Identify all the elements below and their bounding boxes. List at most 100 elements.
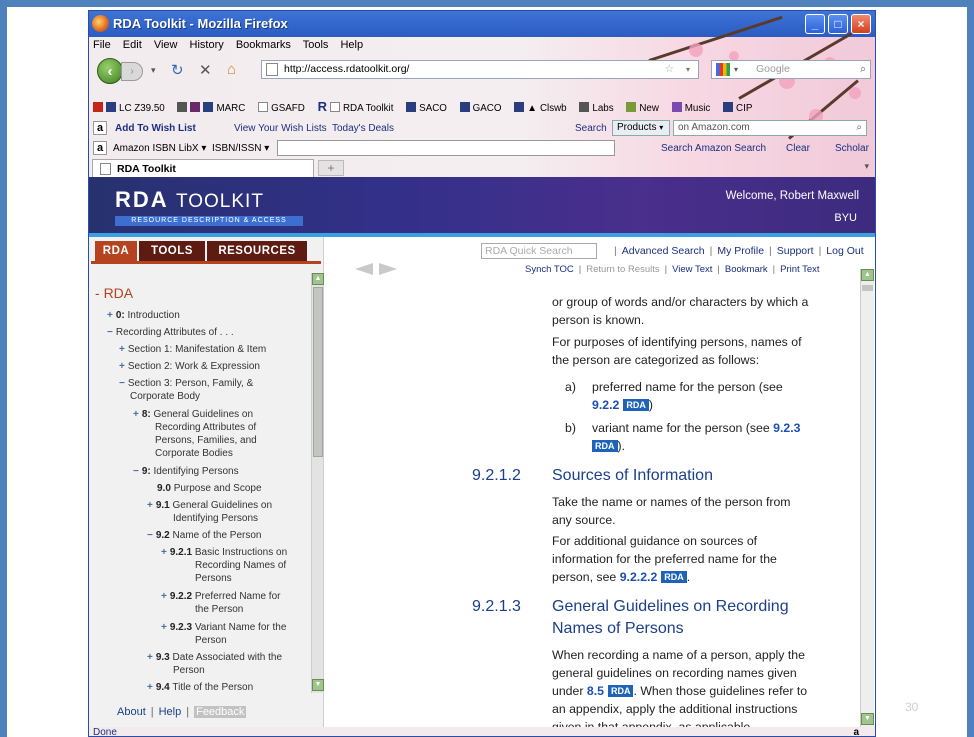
stop-icon[interactable]: ✕	[199, 61, 212, 79]
tree-item[interactable]: +9.4 Title of the Person	[147, 681, 253, 694]
bookmark-gsafd[interactable]: GSAFD	[258, 102, 310, 114]
tab-list-icon[interactable]: ▾	[864, 161, 869, 172]
content-scrollbar[interactable]: ▲ ▼	[860, 269, 874, 729]
rda-tag[interactable]: RDA	[607, 685, 634, 697]
bookmark-gaco[interactable]: GACO	[459, 102, 507, 114]
scroll-down-icon[interactable]: ▼	[312, 679, 324, 691]
reload-icon[interactable]: ↻	[171, 61, 184, 79]
libx-search-input[interactable]	[277, 140, 615, 156]
toc-scrollbar[interactable]: ▲ ▼	[311, 273, 324, 693]
forward-arrow-icon[interactable]: ›	[121, 62, 143, 81]
rda-tag[interactable]: RDA	[661, 571, 687, 583]
minimize-button[interactable]: _	[805, 14, 825, 34]
log-out-link[interactable]: Log Out	[826, 245, 863, 257]
scroll-up-icon[interactable]: ▲	[312, 273, 324, 285]
tree-item[interactable]: + Section 2: Work & Expression	[119, 360, 260, 373]
maximize-button[interactable]: □	[828, 14, 848, 34]
search-engine-dropdown-icon[interactable]: ▾	[734, 61, 738, 78]
rule-link[interactable]: 9.2.2	[592, 398, 619, 412]
tree-item[interactable]: +9.2.2 Preferred Name for the Person	[161, 590, 280, 616]
rule-link[interactable]: 9.2.2.2	[620, 570, 658, 584]
scroll-down-icon[interactable]: ▼	[861, 713, 874, 725]
rule-link[interactable]: 8.5	[587, 684, 604, 698]
help-link[interactable]: Help	[159, 706, 182, 718]
tab-tools[interactable]: TOOLS	[139, 241, 205, 261]
amazon-status-icon[interactable]: a	[853, 727, 859, 736]
tab-rda-toolkit[interactable]: RDA Toolkit	[92, 159, 314, 177]
tree-root[interactable]: - RDA	[95, 286, 133, 300]
bookmark-labs[interactable]: Labs	[579, 102, 618, 114]
bookmark-saco[interactable]: SACO	[406, 102, 452, 114]
tree-item[interactable]: +0: Introduction	[107, 309, 180, 322]
quick-search-input[interactable]: RDA Quick Search	[481, 243, 597, 259]
support-link[interactable]: Support	[777, 245, 814, 257]
menu-bookmarks[interactable]: Bookmarks	[236, 39, 291, 51]
tree-item[interactable]: +9.2.1 Basic Instructions on Recording Na…	[161, 546, 287, 585]
back-arrow-icon[interactable]: ‹	[97, 58, 123, 84]
bookmark-music[interactable]: Music	[671, 102, 716, 114]
tree-item[interactable]: +9.1 General Guidelines on Identifying Pe…	[147, 499, 272, 525]
previous-arrow-icon[interactable]	[355, 263, 373, 275]
menu-edit[interactable]: Edit	[123, 39, 142, 51]
menu-tools[interactable]: Tools	[303, 39, 329, 51]
menu-history[interactable]: History	[190, 39, 224, 51]
clear-button[interactable]: Clear	[786, 143, 810, 154]
feedback-link[interactable]: Feedback	[194, 706, 247, 718]
url-input[interactable]: http://access.rdatoolkit.org/ ☆ ▾	[261, 60, 699, 79]
tree-item[interactable]: −9.2 Name of the Person	[147, 529, 261, 542]
history-dropdown-icon[interactable]: ▾	[151, 65, 156, 76]
my-profile-link[interactable]: My Profile	[717, 245, 764, 257]
close-button[interactable]: ×	[851, 14, 871, 34]
next-arrow-icon[interactable]	[379, 263, 397, 275]
view-text-link[interactable]: View Text	[672, 264, 712, 275]
bookmark-marc[interactable]: MARC	[177, 102, 250, 114]
tree-item[interactable]: +8: General Guidelines on Recording Attri…	[133, 408, 257, 460]
print-text-link[interactable]: Print Text	[780, 264, 819, 275]
amazon-search-input[interactable]: on Amazon.com ⌕	[673, 120, 867, 136]
tree-item[interactable]: + Section 1: Manifestation & Item	[119, 343, 266, 356]
tree-item[interactable]: − Recording Attributes of . . .	[107, 326, 234, 339]
view-wish-lists-link[interactable]: View Your Wish Lists	[234, 123, 327, 134]
bookmark-clswb[interactable]: ▲ Clswb	[514, 102, 571, 114]
menu-help[interactable]: Help	[340, 39, 363, 51]
tree-item[interactable]: 9.0 Purpose and Scope	[157, 482, 262, 495]
tree-item[interactable]: +9.2.3 Variant Name for the Person	[161, 621, 286, 647]
rule-link[interactable]: 9.2.3	[773, 421, 800, 435]
bookmark-cip[interactable]: CIP	[723, 102, 757, 114]
rda-tag[interactable]: RDA	[592, 440, 618, 452]
advanced-search-link[interactable]: Advanced Search	[622, 245, 705, 257]
bookmark-lcz3950[interactable]: LC Z39.50	[93, 102, 170, 114]
rda-logo[interactable]: RDA TOOLKIT	[115, 187, 264, 213]
magnifier-icon[interactable]: ⌕	[860, 61, 866, 78]
scrollbar-thumb[interactable]	[313, 287, 323, 457]
bookmark-new[interactable]: New	[626, 102, 664, 114]
return-to-results-link[interactable]: Return to Results	[586, 264, 659, 275]
tab-resources[interactable]: RESOURCES	[207, 241, 307, 261]
menu-file[interactable]: File	[93, 39, 111, 51]
scroll-up-icon[interactable]: ▲	[861, 269, 874, 281]
bookmark-rda-toolkit[interactable]: R RDA Toolkit	[318, 99, 399, 114]
url-dropdown-icon[interactable]: ▾	[686, 61, 690, 78]
products-dropdown[interactable]: Products ▾	[612, 120, 670, 136]
tree-item[interactable]: +9.3 Date Associated with the Person	[147, 651, 282, 677]
new-tab-button[interactable]: +	[318, 160, 344, 176]
about-link[interactable]: About	[117, 706, 146, 718]
bookmark-star-icon[interactable]: ☆	[665, 61, 674, 78]
tree-item[interactable]: − Section 3: Person, Family, & Corporate B…	[119, 377, 253, 403]
home-icon[interactable]: ⌂	[227, 61, 236, 78]
tree-item[interactable]: −9: Identifying Persons	[133, 465, 239, 478]
tab-rda[interactable]: RDA	[95, 241, 137, 261]
search-input[interactable]: ▾ Google ⌕	[711, 60, 871, 79]
search-amazon-button[interactable]: Search Amazon Search	[661, 143, 766, 154]
scholar-button[interactable]: Scholar	[835, 143, 869, 154]
isbn-dropdown[interactable]: ISBN/ISSN ▾	[212, 143, 269, 154]
scrollbar-thumb[interactable]	[862, 285, 873, 291]
menu-view[interactable]: View	[154, 39, 178, 51]
rda-tag[interactable]: RDA	[623, 399, 649, 411]
add-to-wish-list-button[interactable]: Add To Wish List	[115, 123, 196, 134]
todays-deals-link[interactable]: Today's Deals	[332, 123, 394, 134]
synch-toc-link[interactable]: Synch TOC	[525, 264, 574, 275]
magnifier-icon[interactable]: ⌕	[856, 121, 862, 135]
bookmark-link[interactable]: Bookmark	[725, 264, 768, 275]
libx-dropdown[interactable]: Amazon ISBN LibX ▾	[113, 143, 206, 154]
